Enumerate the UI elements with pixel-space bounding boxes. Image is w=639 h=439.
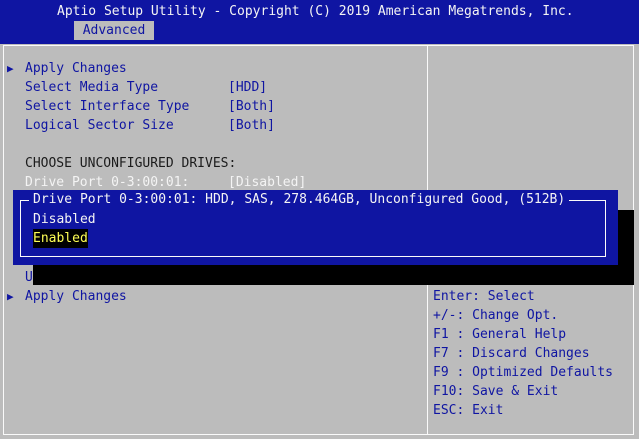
app-title: Aptio Setup Utility - Copyright (C) 2019… [57,4,574,19]
submenu-arrow-icon: ▶ [7,290,14,303]
popup-shadow-bottom [33,265,633,285]
option-disabled[interactable]: Disabled [33,210,96,229]
option-popup: Drive Port 0-3:00:01: HDD, SAS, 278.464G… [13,190,618,265]
submenu-arrow-icon: ▶ [7,62,14,75]
select-interface-type-value[interactable]: [Both] [228,97,275,116]
apply-changes-item[interactable]: Apply Changes [25,59,127,78]
help-key-enter: Enter: Select [433,289,535,304]
help-key-f10: F10: Save & Exit [433,384,559,399]
help-key-change: +/-: Change Opt. [433,308,559,323]
help-key-esc: ESC: Exit [433,403,504,418]
popup-title: Drive Port 0-3:00:01: HDD, SAS, 278.464G… [29,190,570,209]
logical-sector-size-label[interactable]: Logical Sector Size [25,116,174,135]
select-interface-type-label[interactable]: Select Interface Type [25,97,189,116]
help-key-f9: F9 : Optimized Defaults [433,365,614,380]
select-media-type-label[interactable]: Select Media Type [25,78,158,97]
section-heading: CHOOSE UNCONFIGURED DRIVES: [25,156,237,171]
select-media-type-value[interactable]: [HDD] [228,78,267,97]
help-key-f1: F1 : General Help [433,327,567,342]
tab-advanced[interactable]: Advanced [74,21,154,40]
apply-changes-bottom-item[interactable]: Apply Changes [25,287,127,306]
option-enabled[interactable]: Enabled [33,229,88,248]
header-bar: Aptio Setup Utility - Copyright (C) 2019… [0,0,639,44]
logical-sector-size-value[interactable]: [Both] [228,116,275,135]
help-key-f7: F7 : Discard Changes [433,346,590,361]
hidden-item-prefix: U [25,270,33,285]
